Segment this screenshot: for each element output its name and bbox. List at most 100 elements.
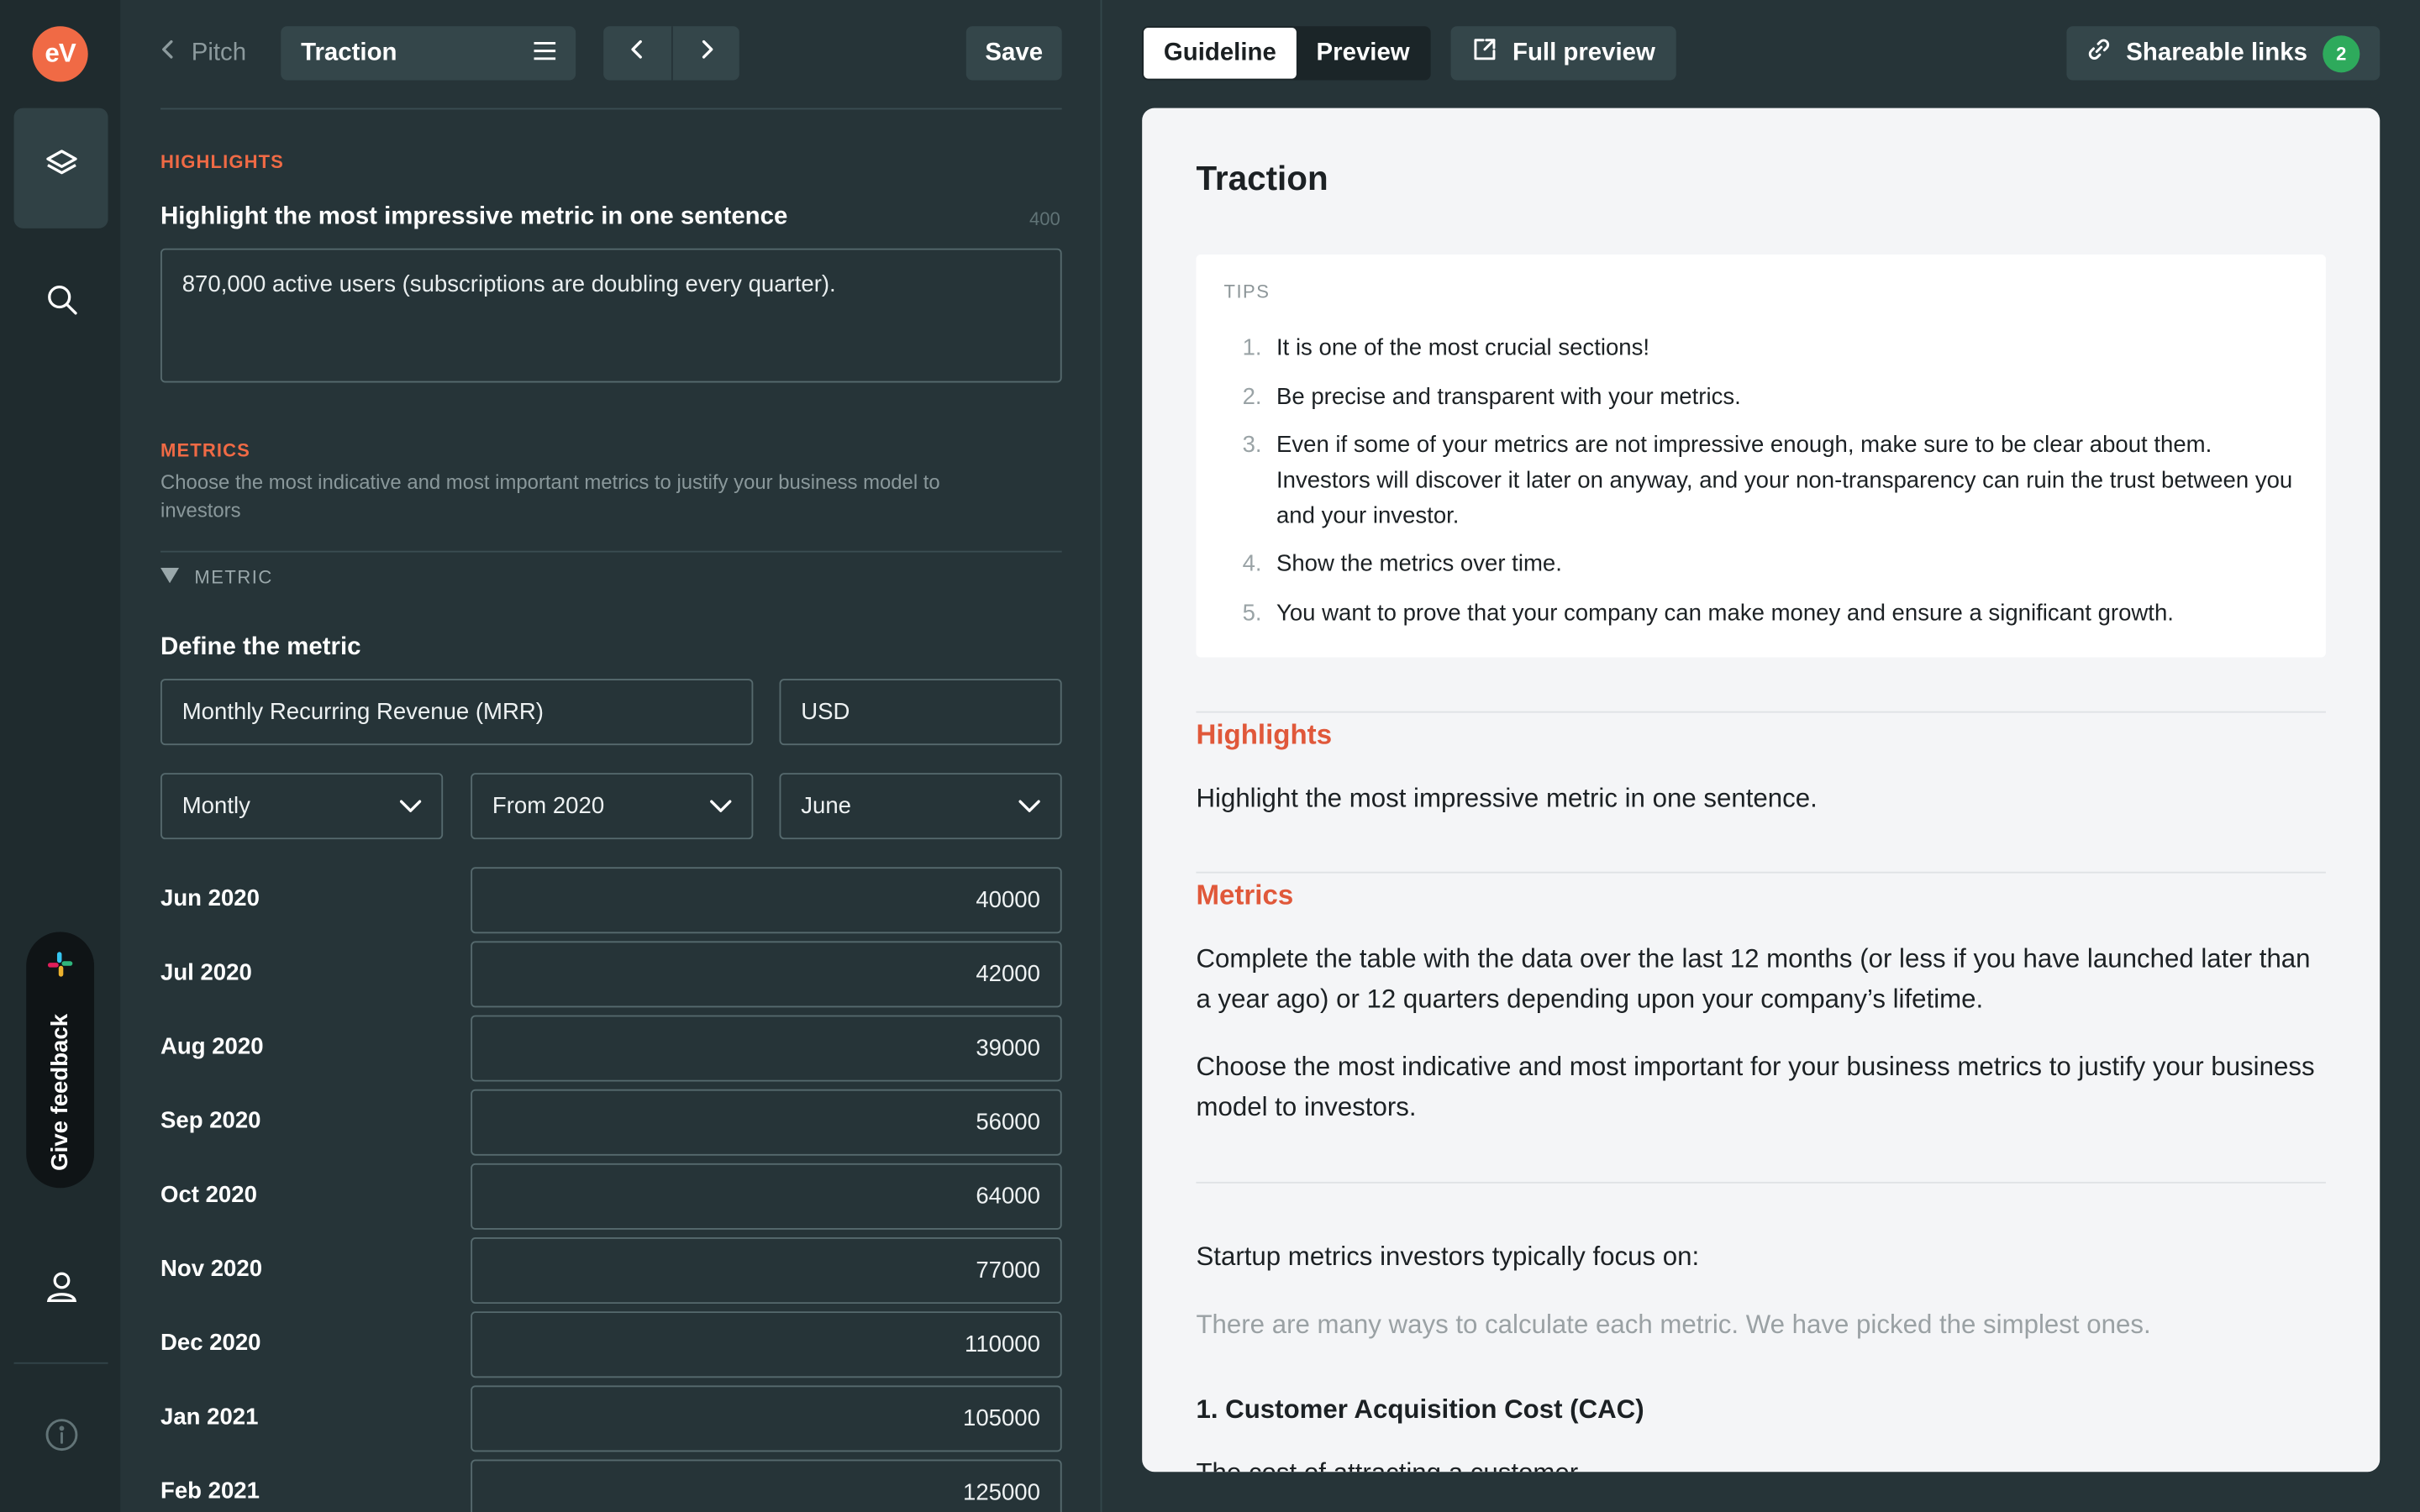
currency-value: USD <box>801 699 850 726</box>
guideline-divider <box>1196 871 2326 874</box>
info-nav-button[interactable] <box>14 1378 108 1498</box>
metric-name-input[interactable]: Monthly Recurring Revenue (MRR) <box>160 679 754 746</box>
shareable-links-button[interactable]: Shareable links 2 <box>2065 26 2381 81</box>
metric-row-label: Jul 2020 <box>160 959 252 986</box>
shareable-links-count-badge: 2 <box>2323 34 2360 72</box>
metric-row-label: Jun 2020 <box>160 885 260 912</box>
focus-note-text: There are many ways to calculate each me… <box>1196 1310 2151 1340</box>
metrics-guideline-text: Complete the table with the data over th… <box>1196 944 2311 1014</box>
char-limit: 400 <box>1029 207 1060 230</box>
expand-icon <box>1472 37 1497 70</box>
view-mode-tabs: Guideline Preview <box>1142 26 1432 81</box>
sidebar-divider <box>13 1362 108 1364</box>
full-preview-label: Full preview <box>1512 39 1655 66</box>
layers-icon <box>43 146 80 191</box>
metric-row-input[interactable]: 40000 <box>471 867 1062 934</box>
chevron-down-icon <box>710 793 732 819</box>
metric-row-label: Aug 2020 <box>160 1033 264 1060</box>
metric-row-label: Oct 2020 <box>160 1181 257 1209</box>
chevron-left-icon <box>629 39 644 68</box>
currency-input[interactable]: USD <box>779 679 1062 746</box>
tip-item: 2. Be precise and transparent with your m… <box>1242 384 1741 411</box>
cac-text: The cost of attracting a customer <box>1196 1453 2325 1473</box>
metrics-guideline-text: Choose the most indicative and most impo… <box>1196 1052 2315 1122</box>
menu-icon <box>534 39 556 67</box>
metric-row-label: Sep 2020 <box>160 1107 261 1134</box>
full-preview-button[interactable]: Full preview <box>1450 26 1677 81</box>
app-root: eV Give feedback Pitch Traction Save HIG… <box>0 0 2420 1512</box>
highlights-textarea[interactable]: 870,000 active users (subscriptions are … <box>160 248 1062 383</box>
start-month-select[interactable]: June <box>779 773 1062 840</box>
start-year-select[interactable]: From 2020 <box>471 773 754 840</box>
chevron-left-icon <box>160 39 176 68</box>
tip-item: 5. You want to prove that your company ca… <box>1242 600 2174 627</box>
editor-toolbar: Pitch Traction Save <box>160 26 1062 81</box>
frequency-select[interactable]: Montly <box>160 773 444 840</box>
metric-row-label: Dec 2020 <box>160 1330 261 1357</box>
guideline-divider <box>1196 711 2326 713</box>
metric-toggle-label: METRIC <box>194 566 273 588</box>
metric-row-label: Feb 2021 <box>160 1478 260 1504</box>
editor-panel: Pitch Traction Save HIGHLIGHTS Highlight… <box>120 0 1102 1512</box>
guideline-card: Traction TIPS 1. It is one of the most cr… <box>1142 108 2381 1473</box>
back-to-pitch-link[interactable]: Pitch <box>160 26 246 80</box>
highlights-question: Highlight the most impressive metric in … <box>160 203 788 230</box>
search-nav-button[interactable] <box>14 242 108 362</box>
slack-icon <box>46 950 74 985</box>
chevron-down-icon <box>399 793 422 819</box>
metric-row-input[interactable]: 64000 <box>471 1163 1062 1230</box>
focus-intro-text: Startup metrics investors typically focu… <box>1196 1242 1700 1272</box>
feedback-label: Give feedback <box>47 1013 74 1171</box>
metrics-divider <box>160 550 1062 553</box>
metric-row-input[interactable]: 42000 <box>471 941 1062 1008</box>
previous-section-button[interactable] <box>603 26 671 80</box>
guideline-title: Traction <box>1196 159 1328 198</box>
section-pager <box>603 26 739 81</box>
tab-guideline[interactable]: Guideline <box>1144 28 1297 79</box>
give-feedback-button[interactable]: Give feedback <box>26 932 95 1189</box>
chevron-down-icon <box>1018 793 1040 819</box>
tip-text: Even if some of your metrics are not imp… <box>1276 432 2293 529</box>
metric-row-input[interactable]: 39000 <box>471 1015 1062 1082</box>
metric-row-input[interactable]: 77000 <box>471 1237 1062 1305</box>
metric-row-label: Nov 2020 <box>160 1256 263 1283</box>
metric-row-input[interactable]: 125000 <box>471 1459 1062 1512</box>
frequency-value: Montly <box>182 793 250 820</box>
tip-item: 3. Even if some of your metrics are not i… <box>1242 432 2293 529</box>
guideline-panel: Guideline Preview Full preview Shareable <box>1103 0 2420 1512</box>
section-name: Traction <box>301 39 397 66</box>
sidebar: eV Give feedback <box>0 0 121 1512</box>
toolbar-divider <box>160 108 1062 110</box>
app-logo[interactable]: eV <box>32 26 88 82</box>
tip-item: 4. Show the metrics over time. <box>1242 550 1562 577</box>
profile-nav-button[interactable] <box>14 1230 108 1350</box>
highlights-heading: Highlights <box>1196 718 1333 750</box>
metric-row-input[interactable]: 56000 <box>471 1089 1062 1156</box>
chevron-right-icon <box>698 39 713 68</box>
highlights-section-label: HIGHLIGHTS <box>160 150 284 173</box>
layers-nav-button[interactable] <box>13 108 108 228</box>
metric-row-input[interactable]: 110000 <box>471 1311 1062 1378</box>
metrics-help-text: Choose the most indicative and most impo… <box>160 470 940 522</box>
tip-text: It is one of the most crucial sections! <box>1276 334 1650 361</box>
tips-heading: TIPS <box>1223 281 1270 302</box>
metrics-section-label: METRICS <box>160 439 250 462</box>
info-icon <box>44 1417 77 1459</box>
tip-item: 1. It is one of the most crucial sections… <box>1242 334 1650 361</box>
start-month-value: June <box>801 793 852 820</box>
save-button[interactable]: Save <box>965 26 1062 81</box>
caret-down-icon <box>160 566 180 588</box>
start-year-value: From 2020 <box>492 793 605 820</box>
tips-box: TIPS 1. It is one of the most crucial sec… <box>1196 255 2326 658</box>
section-selector[interactable]: Traction <box>281 26 576 81</box>
next-section-button[interactable] <box>671 26 739 81</box>
search-icon <box>43 280 80 324</box>
user-icon <box>43 1268 80 1312</box>
metric-row-input[interactable]: 105000 <box>471 1385 1062 1452</box>
tab-preview[interactable]: Preview <box>1297 28 1430 79</box>
cac-heading: 1. Customer Acquisition Cost (CAC) <box>1196 1394 1644 1425</box>
tip-text: You want to prove that your company can … <box>1276 600 2174 627</box>
metrics-heading: Metrics <box>1196 879 1294 911</box>
metric-collapse-toggle[interactable]: METRIC <box>160 566 273 588</box>
tip-text: Be precise and transparent with your met… <box>1276 384 1741 411</box>
